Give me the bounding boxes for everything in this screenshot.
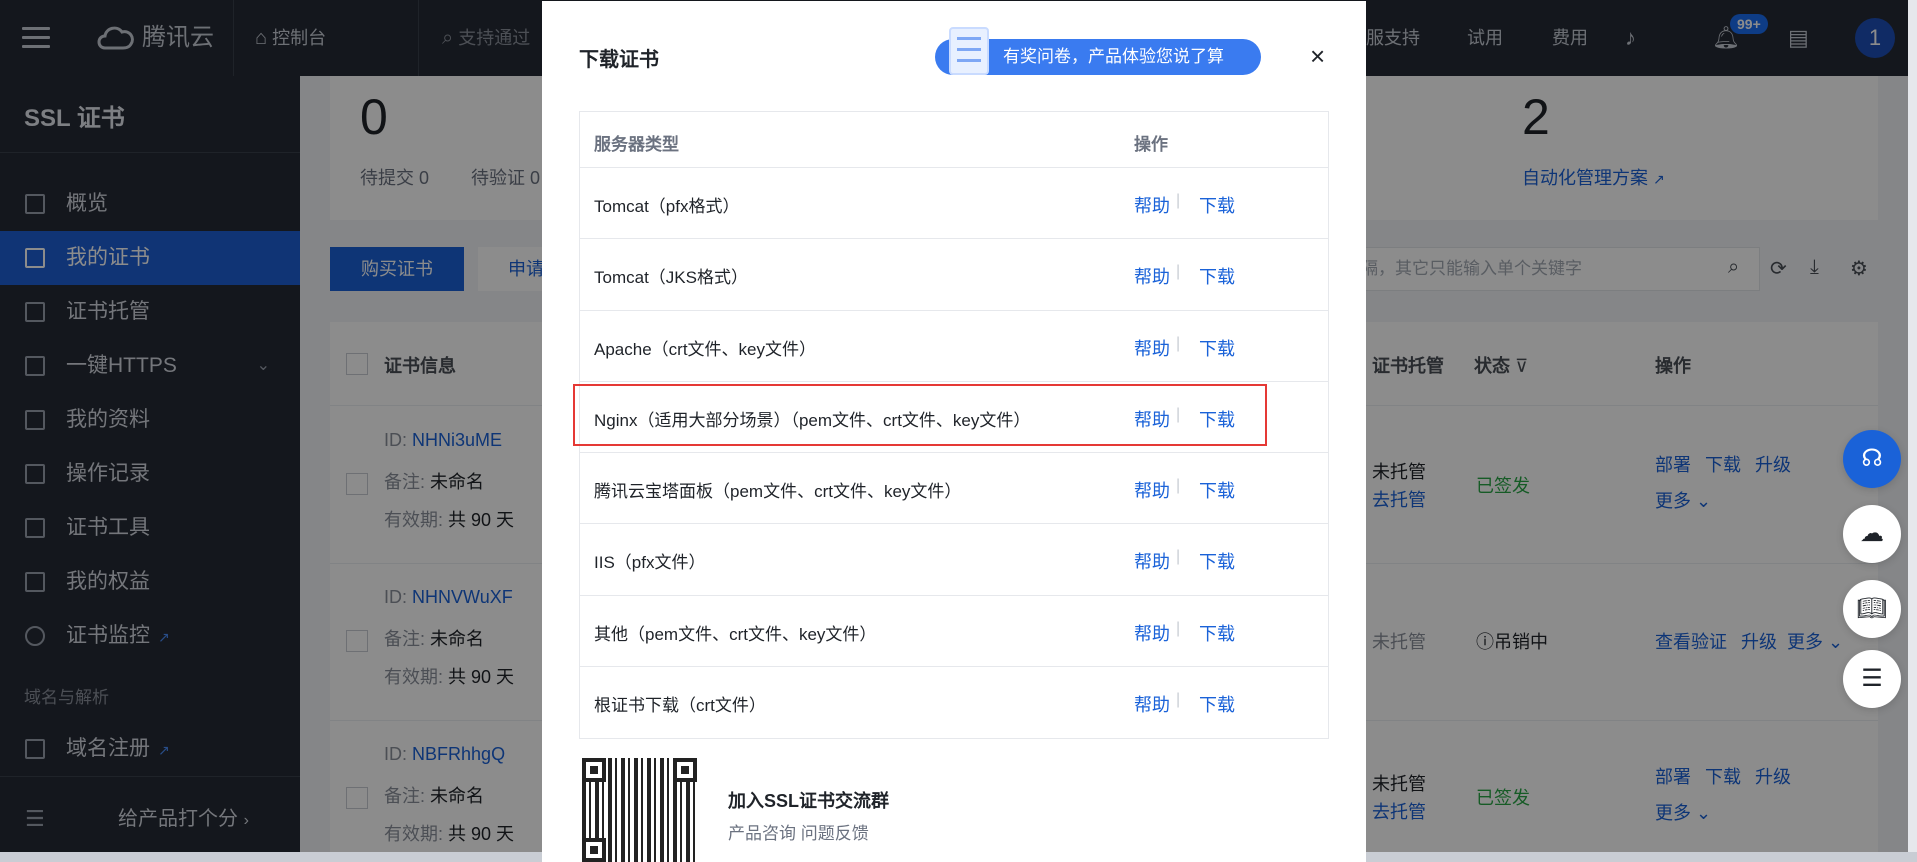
help-link[interactable]: 帮助: [1134, 620, 1170, 646]
download-link[interactable]: 下载: [1199, 477, 1235, 503]
col-action: 操作: [1134, 135, 1168, 154]
table-row: Tomcat（pfx格式） 帮助 | 下载: [580, 168, 1328, 240]
survey-banner[interactable]: 有奖问卷，产品体验您说了算: [935, 27, 1261, 75]
help-link[interactable]: 帮助: [1134, 477, 1170, 503]
help-link[interactable]: 帮助: [1134, 192, 1170, 218]
survey-label: 有奖问卷，产品体验您说了算: [1003, 47, 1224, 66]
download-link[interactable]: 下载: [1199, 192, 1235, 218]
table-row: 根证书下载（crt文件） 帮助 | 下载: [580, 667, 1328, 738]
table-row: 腾讯云宝塔面板（pem文件、crt文件、key文件） 帮助 | 下载: [580, 453, 1328, 525]
separator: |: [1176, 691, 1181, 709]
download-link[interactable]: 下载: [1199, 548, 1235, 574]
qr-code-image: [582, 758, 697, 862]
download-link[interactable]: 下载: [1199, 335, 1235, 361]
server-type-name: Tomcat（JKS格式）: [594, 268, 748, 288]
table-row: Apache（crt文件、key文件） 帮助 | 下载: [580, 311, 1328, 382]
help-link[interactable]: 帮助: [1134, 263, 1170, 289]
list-indent-icon[interactable]: ☰: [1843, 650, 1901, 708]
separator: |: [1176, 192, 1181, 209]
help-link[interactable]: 帮助: [1134, 548, 1170, 574]
download-link[interactable]: 下载: [1199, 691, 1235, 717]
join-group-subtitle: 产品咨询 问题反馈: [728, 824, 869, 843]
scrollbar[interactable]: [1908, 0, 1917, 862]
separator: |: [1176, 548, 1181, 566]
separator: |: [1176, 619, 1181, 637]
separator: |: [1176, 334, 1181, 352]
separator: |: [1176, 263, 1181, 281]
table-row: 其他（pem文件、crt文件、key文件） 帮助 | 下载: [580, 596, 1328, 668]
qr-finder: [582, 758, 606, 782]
customer-service-icon[interactable]: ☊: [1843, 430, 1901, 488]
col-server-type: 服务器类型: [594, 135, 679, 154]
document-icon: [949, 27, 989, 75]
server-type-name: 腾讯云宝塔面板（pem文件、crt文件、key文件）: [594, 482, 962, 502]
server-type-name: Apache（crt文件、key文件）: [594, 339, 816, 359]
table-row: IIS（pfx文件） 帮助 | 下载: [580, 524, 1328, 596]
join-group-title: 加入SSL证书交流群: [728, 791, 890, 811]
download-link[interactable]: 下载: [1199, 263, 1235, 289]
dialog-title: 下载证书: [579, 49, 659, 71]
table-header: 服务器类型 操作: [580, 112, 1328, 168]
highlight-box: [573, 384, 1267, 446]
separator: |: [1176, 477, 1181, 495]
server-type-name: Tomcat（pfx格式）: [594, 197, 740, 216]
close-icon[interactable]: ×: [1310, 41, 1325, 72]
server-type-name: IIS（pfx文件）: [594, 553, 706, 573]
server-type-name: 其他（pem文件、crt文件、key文件）: [594, 624, 877, 644]
download-link[interactable]: 下载: [1199, 620, 1235, 646]
table-row: Tomcat（JKS格式） 帮助 | 下载: [580, 239, 1328, 311]
cloud-icon[interactable]: ☁: [1843, 505, 1901, 563]
qr-finder: [582, 838, 606, 862]
qr-finder: [673, 758, 697, 782]
help-link[interactable]: 帮助: [1134, 691, 1170, 717]
book-icon[interactable]: 📖︎: [1843, 580, 1901, 638]
server-type-name: 根证书下载（crt文件）: [594, 696, 766, 716]
help-link[interactable]: 帮助: [1134, 335, 1170, 361]
